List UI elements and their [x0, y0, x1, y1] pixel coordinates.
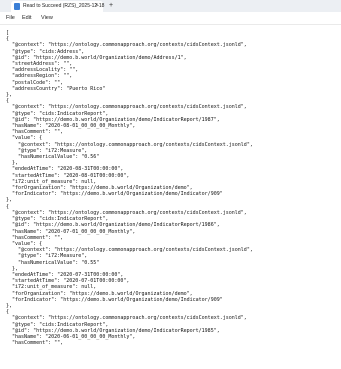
document-tab[interactable]: Read to Succeed (RZS)_2025-12-18 × [11, 1, 105, 12]
code-line: "@type": "i72:Measure", [6, 147, 88, 154]
code-line: "hasNumericalValue": "0.55" [6, 259, 100, 266]
code-line: "hasComment": "", [6, 340, 64, 347]
notepad-icon [14, 3, 20, 10]
code-line: }, [6, 265, 19, 272]
code-line: "i72:unit_of_measure": null, [6, 178, 97, 185]
code-line: "@type": "cids:IndicatorReport", [6, 110, 109, 117]
code-line: "forIndicator": "https://demo.b.world/Or… [6, 191, 223, 198]
new-tab-icon[interactable]: + [109, 1, 113, 10]
code-line: }, [6, 197, 13, 204]
code-line: "hasComment": "", [6, 129, 64, 136]
code-line: "value": { [6, 135, 43, 142]
code-line: "endedAtTime": "2020-08-31T00:00:00", [6, 166, 124, 173]
code-line: "addressLocality": "", [6, 67, 79, 74]
code-line: "@type": "cids:Address", [6, 48, 85, 55]
code-line: "startedAtTime": "2020-08-01T00:00:00", [6, 172, 130, 179]
tab-title: Read to Succeed (RZS)_2025-12-18 [23, 3, 105, 9]
code-line: "@context": "https://ontology.commonappr… [6, 315, 247, 322]
code-line: { [6, 36, 10, 43]
code-line: "@context": "https://ontology.commonappr… [6, 141, 253, 148]
code-line: "@context": "https://ontology.commonappr… [6, 42, 247, 49]
code-line: { [6, 98, 10, 105]
text-editor-area[interactable]: [ { "@context": "https://ontology.common… [6, 30, 336, 368]
code-line: "@type": "cids:IndicatorReport", [6, 216, 109, 223]
code-line: "postalCode": "", [6, 79, 64, 86]
code-line: "hasName": "2020-08-01_00_00_00_Monthly"… [6, 123, 136, 130]
code-line: "addressCountry": "Puerto Rico" [6, 85, 106, 92]
code-line: }, [6, 160, 19, 167]
menu-file[interactable]: File [6, 14, 15, 22]
code-line: "forOrganization": "https://demo.b.world… [6, 290, 193, 297]
code-line: "@type": "i72:Measure", [6, 253, 88, 260]
code-line: "@id": "https://demo.b.world/Organizatio… [6, 327, 220, 334]
code-line: { [6, 203, 10, 210]
code-line: "@context": "https://ontology.commonappr… [6, 247, 253, 254]
code-line: "streetAddress": "", [6, 61, 73, 68]
code-line: }, [6, 302, 13, 309]
close-tab-icon[interactable]: × [95, 2, 99, 11]
code-line: "@type": "cids:IndicatorReport", [6, 321, 109, 328]
code-line: "@context": "https://ontology.commonappr… [6, 104, 247, 111]
code-line: "hasComment": "", [6, 234, 64, 241]
menu-bar: File Edit View [0, 12, 341, 25]
code-line: "@id": "https://demo.b.world/Organizatio… [6, 222, 220, 229]
title-bar: Read to Succeed (RZS)_2025-12-18 × + [0, 0, 341, 12]
code-line: [ [6, 30, 10, 36]
code-line: "@context": "https://ontology.commonappr… [6, 209, 247, 216]
code-line: "@id": "https://demo.b.world/Organizatio… [6, 54, 187, 61]
code-line: "endedAtTime": "2020-07-31T00:00:00", [6, 271, 124, 278]
code-line: "i72:unit_of_measure": null, [6, 284, 97, 291]
code-line: "forIndicator": "https://demo.b.world/Or… [6, 296, 223, 303]
code-line: }, [6, 92, 13, 99]
code-line: "hasName": "2020-07-01_00_00_00_Monthly"… [6, 228, 136, 235]
code-line: "hasNumericalValue": "0.56" [6, 154, 100, 161]
code-line: "hasName": "2020-06-01_00_00_00_Monthly"… [6, 333, 136, 340]
code-line: "addressRegion": "", [6, 73, 73, 80]
code-line: { [6, 309, 10, 316]
menu-view[interactable]: View [41, 14, 53, 22]
code-line: "forOrganization": "https://demo.b.world… [6, 185, 193, 192]
code-line: "value": { [6, 240, 43, 247]
menu-edit[interactable]: Edit [22, 14, 31, 22]
code-line: "@id": "https://demo.b.world/Organizatio… [6, 116, 220, 123]
json-text-content: [ { "@context": "https://ontology.common… [6, 30, 336, 346]
code-line: "startedAtTime": "2020-07-01T00:00:00", [6, 278, 130, 285]
